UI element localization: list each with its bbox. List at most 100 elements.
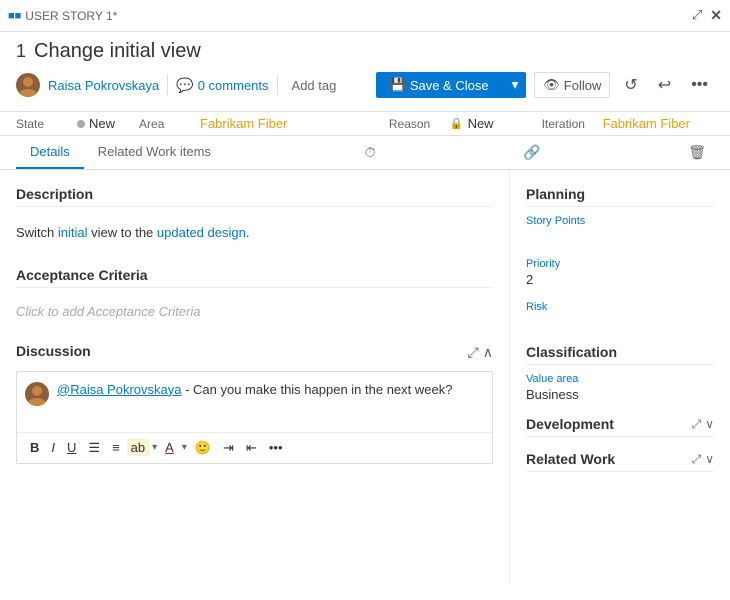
work-item-icon: ■■ <box>8 10 21 22</box>
expand-icon-button[interactable]: ⤢ <box>468 344 479 361</box>
classification-section: Classification Value area Business <box>526 344 714 402</box>
story-points-value[interactable] <box>526 229 714 244</box>
related-work-title: Related Work <box>526 451 615 467</box>
collapse-icon-button[interactable]: ∧ <box>483 344 493 361</box>
reason-field: Reason 🔒 New <box>389 116 494 131</box>
work-item-header: 1 Change initial view Raisa Pokrovskaya … <box>0 32 730 112</box>
divider-2 <box>277 75 278 95</box>
undo-button[interactable]: ↩ <box>652 71 677 99</box>
discussion-header: Discussion ⤢ ∧ <box>16 343 493 363</box>
state-value[interactable]: New <box>77 116 115 131</box>
development-collapse-button[interactable]: ∨ <box>705 417 714 432</box>
area-value[interactable]: Fabrikam Fiber <box>200 116 287 131</box>
state-label: State <box>16 117 71 131</box>
state-field: State New <box>16 116 115 131</box>
comments-label: 0 comments <box>198 78 269 93</box>
highlight-button[interactable]: ab <box>127 439 149 456</box>
trash-icon-button[interactable]: 🗑 <box>680 138 714 167</box>
title-bar-label: USER STORY 1* <box>25 9 692 23</box>
indent-button[interactable]: ⇥ <box>218 437 239 459</box>
refresh-button[interactable]: ↺ <box>618 71 643 99</box>
font-color-button[interactable]: A <box>160 437 179 458</box>
divider-1 <box>167 75 168 95</box>
value-area-value[interactable]: Business <box>526 387 714 402</box>
discussion-format-toolbar: B I U ☰ ≡ ab ▾ A ▾ 🙂 ⇥ ⇤ ••• <box>17 432 492 463</box>
development-section: Development ⤢ ∨ <box>526 416 714 437</box>
related-work-expand-button[interactable]: ⤢ <box>692 452 702 467</box>
iteration-value[interactable]: Fabrikam Fiber <box>603 116 690 131</box>
close-button[interactable]: ✕ <box>710 7 722 24</box>
align-left-button[interactable]: ☰ <box>83 437 105 459</box>
link-icon-button[interactable]: 🔗 <box>515 138 548 167</box>
comments-button[interactable]: 💬 0 comments <box>176 77 268 94</box>
underline-button[interactable]: U <box>62 437 81 458</box>
classification-title: Classification <box>526 344 714 365</box>
description-title: Description <box>16 186 493 207</box>
more-format-button[interactable]: ••• <box>264 437 288 458</box>
development-expand-button[interactable]: ⤢ <box>692 417 702 432</box>
right-panel: Planning Story Points Priority 2 Risk Cl… <box>510 170 730 585</box>
eye-icon: 👁 <box>543 77 560 93</box>
priority-label: Priority <box>526 258 714 270</box>
risk-value[interactable] <box>526 315 714 330</box>
list-button[interactable]: ≡ <box>107 437 125 458</box>
planning-section: Planning Story Points Priority 2 Risk <box>526 186 714 330</box>
discussion-section: Discussion ⤢ ∧ @Raisa Pokrovskaya - Can … <box>16 343 493 464</box>
discussion-box: @Raisa Pokrovskaya - Can you make this h… <box>16 371 493 464</box>
iteration-label: Iteration <box>542 117 597 131</box>
discussion-input-area: @Raisa Pokrovskaya - Can you make this h… <box>17 372 492 432</box>
description-highlight-updated: updated design <box>157 225 246 240</box>
priority-field: Priority 2 <box>526 258 714 287</box>
related-work-header: Related Work ⤢ ∨ <box>526 451 714 472</box>
iteration-field: Iteration Fabrikam Fiber <box>542 116 690 131</box>
discussion-avatar <box>25 382 49 406</box>
story-points-field: Story Points <box>526 215 714 244</box>
comment-icon: 💬 <box>176 77 193 94</box>
save-icon: 💾 <box>390 77 406 93</box>
title-bar-controls: ⤢ ✕ <box>692 7 722 24</box>
acceptance-criteria-placeholder[interactable]: Click to add Acceptance Criteria <box>16 296 493 327</box>
discussion-text[interactable]: @Raisa Pokrovskaya - Can you make this h… <box>57 380 484 400</box>
value-area-label: Value area <box>526 373 714 385</box>
state-text: New <box>89 116 115 131</box>
state-dot <box>77 120 85 128</box>
acceptance-criteria-title: Acceptance Criteria <box>16 267 493 288</box>
follow-button[interactable]: 👁 Follow <box>534 72 610 98</box>
comment-text: - Can you make this happen in the next w… <box>181 382 452 397</box>
more-options-button[interactable]: ••• <box>685 72 714 98</box>
mention-link[interactable]: @Raisa Pokrovskaya <box>57 382 181 397</box>
value-area-field: Value area Business <box>526 373 714 402</box>
tabs-row: Details Related Work items ⏱ 🔗 🗑 <box>0 136 730 170</box>
font-color-dropdown[interactable]: ▾ <box>182 442 187 453</box>
save-close-dropdown-button[interactable]: ▾ <box>503 72 527 98</box>
tab-related-work-items[interactable]: Related Work items <box>84 136 225 169</box>
add-tag-button[interactable]: Add tag <box>286 76 343 95</box>
area-field: Area Fabrikam Fiber <box>139 116 287 131</box>
description-text[interactable]: Switch initial view to the updated desig… <box>16 215 493 251</box>
history-icon-button[interactable]: ⏱ <box>357 138 384 167</box>
italic-button[interactable]: I <box>46 437 60 458</box>
acceptance-criteria-section: Acceptance Criteria Click to add Accepta… <box>16 267 493 327</box>
related-work-collapse-button[interactable]: ∨ <box>705 452 714 467</box>
reason-text: New <box>468 116 494 131</box>
user-name[interactable]: Raisa Pokrovskaya <box>48 78 159 93</box>
emoji-button[interactable]: 🙂 <box>190 437 216 459</box>
restore-button[interactable]: ⤢ <box>692 7 702 24</box>
tab-details[interactable]: Details <box>16 136 84 169</box>
reason-value[interactable]: 🔒 New <box>450 116 494 131</box>
highlight-dropdown[interactable]: ▾ <box>152 442 157 453</box>
priority-value[interactable]: 2 <box>526 272 714 287</box>
save-close-button[interactable]: 💾 Save & Close <box>376 72 503 98</box>
save-close-label: Save & Close <box>410 78 489 93</box>
discussion-title: Discussion <box>16 343 91 363</box>
avatar <box>16 73 40 97</box>
risk-label: Risk <box>526 301 714 313</box>
content-area: Description Switch initial view to the u… <box>0 170 730 585</box>
description-section: Description Switch initial view to the u… <box>16 186 493 251</box>
bold-button[interactable]: B <box>25 437 44 458</box>
planning-title: Planning <box>526 186 714 207</box>
outdent-button[interactable]: ⇤ <box>241 437 262 459</box>
save-close-group: 💾 Save & Close ▾ <box>376 72 527 98</box>
discussion-icons: ⤢ ∧ <box>468 344 493 361</box>
related-work-section: Related Work ⤢ ∨ <box>526 451 714 472</box>
